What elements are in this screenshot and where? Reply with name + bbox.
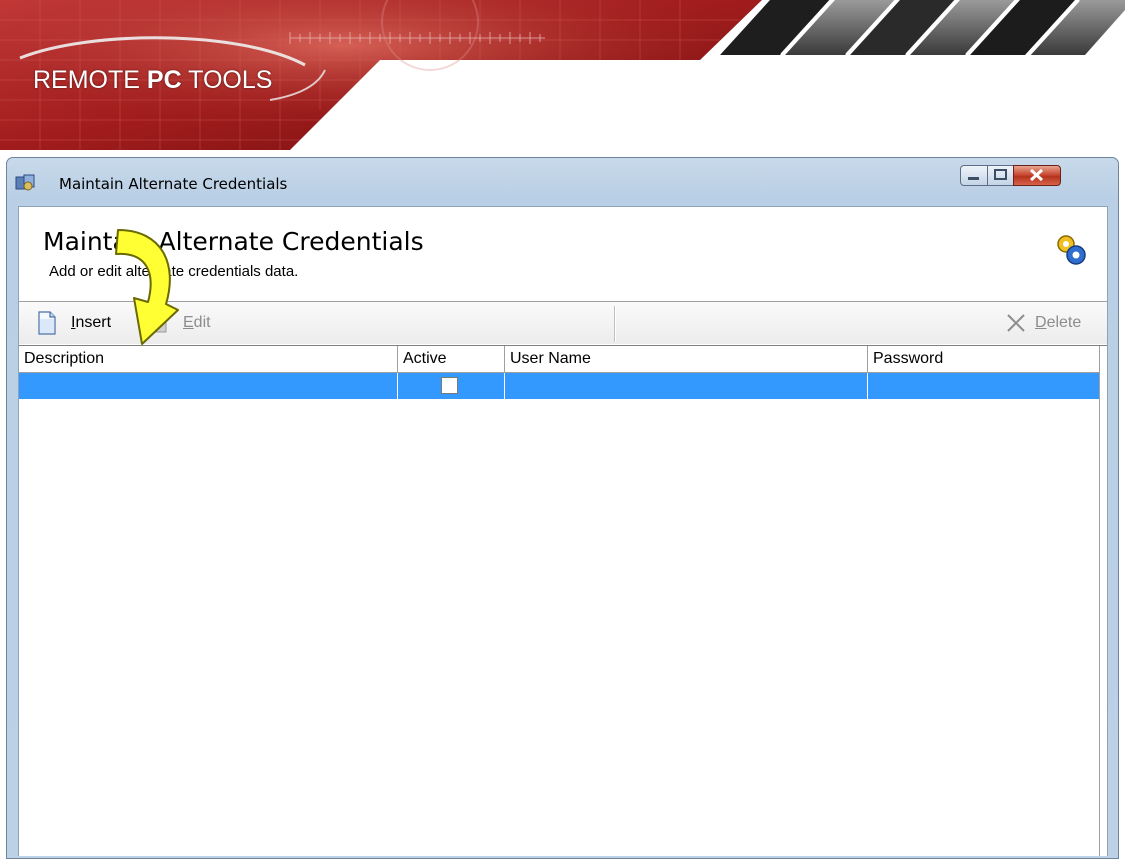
maximize-icon [994, 169, 1007, 180]
grid-right-border [1099, 346, 1100, 856]
delete-x-icon [1007, 314, 1025, 332]
cell-user-name[interactable] [505, 373, 868, 399]
page-title: Maintain Alternate Credentials [43, 227, 424, 256]
column-header-password[interactable]: Password [868, 346, 1099, 372]
logo-word-pc: PC [146, 66, 182, 94]
insert-button[interactable]: Insert [37, 302, 111, 344]
remote-pc-tools-logo: REMOTE PC TOOLS [33, 66, 272, 95]
toolbar-separator [614, 306, 616, 342]
edit-label-rest: dit [193, 314, 211, 331]
edit-mnemonic: E [183, 314, 194, 331]
window-title: Maintain Alternate Credentials [59, 175, 288, 193]
curved-arrow-annotation [115, 229, 179, 345]
close-button[interactable] [1013, 165, 1061, 186]
logo-word-remote: REMOTE [33, 66, 147, 94]
active-checkbox[interactable] [441, 377, 458, 394]
delete-label: Delete [1035, 314, 1081, 332]
edit-label: Edit [183, 314, 211, 332]
remote-pc-tools-banner: REMOTE PC TOOLS [0, 0, 1125, 160]
column-header-user-name[interactable]: User Name [505, 346, 868, 372]
delete-mnemonic: D [1035, 314, 1047, 331]
credentials-grid[interactable]: Description Active User Name Password [19, 345, 1107, 856]
column-header-description[interactable]: Description [19, 346, 398, 372]
cell-description[interactable] [19, 373, 398, 399]
new-document-icon [38, 311, 56, 335]
close-icon [1029, 168, 1044, 182]
delete-button[interactable]: Delete [1005, 302, 1081, 344]
minimize-button[interactable] [960, 165, 988, 186]
delete-label-rest: elete [1046, 314, 1082, 331]
maximize-button[interactable] [987, 165, 1014, 186]
logo-word-tools: TOOLS [181, 66, 273, 94]
cell-active[interactable] [398, 373, 505, 399]
column-header-active[interactable]: Active [398, 346, 505, 372]
gears-icon [1057, 235, 1086, 265]
minimize-icon [968, 177, 979, 180]
table-row[interactable] [19, 373, 1099, 399]
app-icon [15, 174, 35, 191]
window-titlebar[interactable]: Maintain Alternate Credentials [7, 158, 1118, 204]
cell-password[interactable] [868, 373, 1099, 399]
